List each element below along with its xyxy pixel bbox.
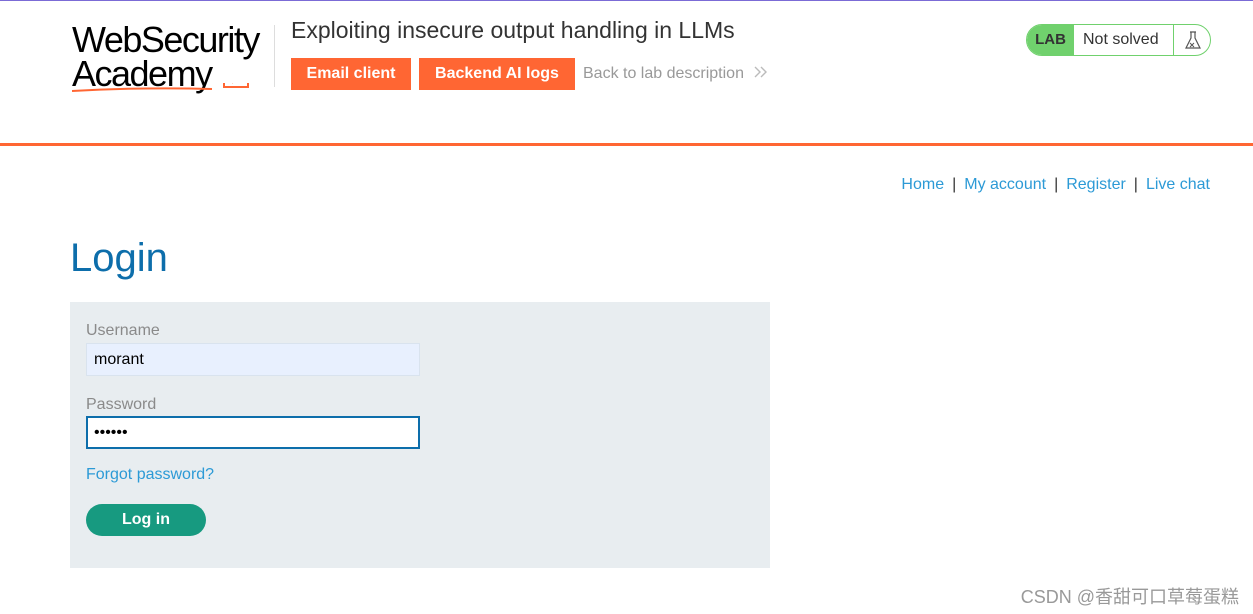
- page-title: Login: [70, 236, 168, 280]
- account-nav: Home | My account | Register | Live chat: [901, 176, 1210, 194]
- nav-separator: |: [952, 176, 957, 193]
- back-link-label: Back to lab description: [583, 65, 744, 82]
- backend-ai-logs-button[interactable]: Backend AI logs: [419, 58, 575, 90]
- double-chevron-right-icon: [754, 66, 768, 78]
- nav-register-link[interactable]: Register: [1066, 176, 1126, 193]
- lab-title: Exploiting insecure output handling in L…: [291, 17, 735, 43]
- nav-live-chat-link[interactable]: Live chat: [1146, 176, 1210, 193]
- forgot-password-link[interactable]: Forgot password?: [86, 466, 214, 484]
- lab-header: WebSecurity Academy Exploiting insecure …: [0, 1, 1253, 143]
- nav-my-account-link[interactable]: My account: [964, 176, 1046, 193]
- lab-status-widget: LAB Not solved: [1026, 24, 1211, 56]
- header-divider: [0, 143, 1253, 146]
- nav-separator: |: [1054, 176, 1059, 193]
- login-form: Username morant Password •••••• Forgot p…: [70, 302, 770, 568]
- logo-divider: [274, 25, 275, 87]
- logo-swoosh-icon: [72, 83, 249, 92]
- nav-home-link[interactable]: Home: [901, 176, 944, 193]
- email-client-button[interactable]: Email client: [291, 58, 411, 90]
- login-button[interactable]: Log in: [86, 504, 206, 536]
- watermark: CSDN @香甜可口草莓蛋糕: [1020, 587, 1239, 607]
- nav-separator: |: [1133, 176, 1138, 193]
- username-input[interactable]: morant: [86, 343, 420, 376]
- lab-badge: LAB: [1027, 25, 1074, 55]
- lab-status-text: Not solved: [1083, 31, 1159, 48]
- password-label: Password: [86, 396, 157, 413]
- web-security-academy-logo[interactable]: WebSecurity Academy: [72, 21, 272, 97]
- back-to-lab-description-link[interactable]: Back to lab description: [583, 65, 768, 83]
- password-input[interactable]: ••••••: [86, 416, 420, 449]
- username-label: Username: [86, 322, 160, 339]
- flask-icon: [1173, 25, 1210, 55]
